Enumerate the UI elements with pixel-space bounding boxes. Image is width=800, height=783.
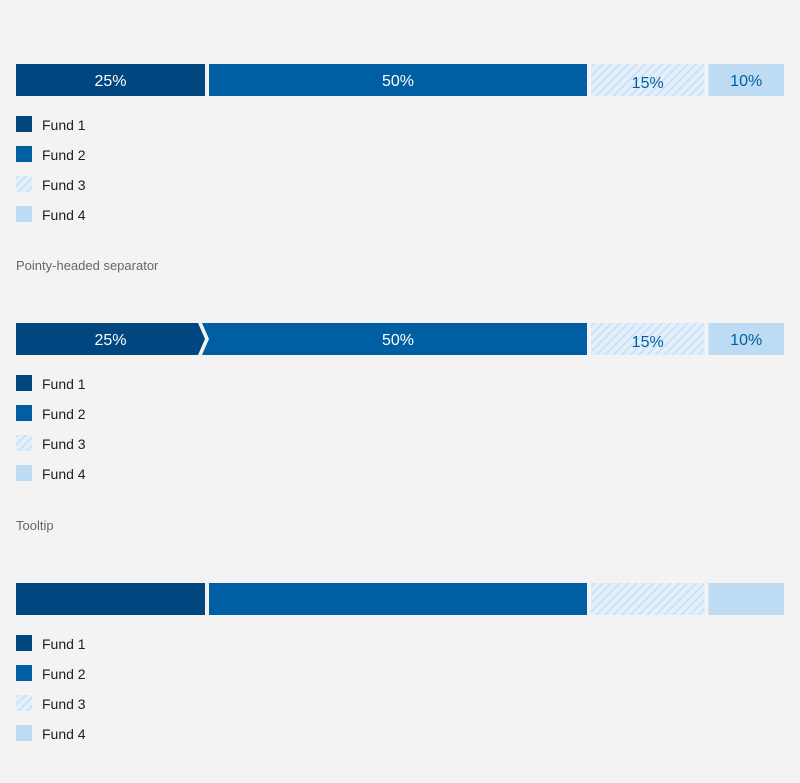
legend-item-fund-1: Fund 1 [16, 115, 86, 145]
swatch-fund-2 [16, 665, 32, 681]
legend-label: Fund 4 [42, 726, 86, 742]
data-label: 15% [632, 334, 664, 351]
data-label: 25% [94, 73, 126, 90]
legend-label: Fund 3 [42, 177, 86, 193]
section-label-tooltip: Tooltip [16, 518, 54, 533]
legend-item-fund-4: Fund 4 [16, 724, 86, 754]
bar-segment-fund-1[interactable] [16, 583, 205, 615]
swatch-fund-2 [16, 146, 32, 162]
swatch-fund-4 [16, 206, 32, 222]
legend-label: Fund 1 [42, 636, 86, 652]
stacked-bar-chart-2: 25% 50% 15% 10% [16, 323, 784, 355]
bar-segment-fund-3[interactable] [591, 583, 705, 615]
data-label: 25% [94, 332, 126, 349]
legend-item-fund-3: Fund 3 [16, 694, 86, 724]
bar-segment-fund-2[interactable] [209, 583, 587, 615]
legend-2: Fund 1 Fund 2 Fund 3 Fund 4 [16, 374, 86, 494]
data-label: 15% [632, 75, 664, 92]
legend-item-fund-4: Fund 4 [16, 464, 86, 494]
stacked-bar-chart-3 [16, 583, 784, 615]
stacked-bar-svg-3[interactable] [16, 583, 784, 615]
swatch-fund-1 [16, 635, 32, 651]
bar-segment-fund-4[interactable] [708, 583, 784, 615]
stacked-bar-svg-2: 25% 50% 15% 10% [16, 323, 784, 355]
legend-label: Fund 2 [42, 406, 86, 422]
stacked-bar-chart-1: 25% 50% 15% 10% [16, 64, 784, 96]
swatch-fund-4 [16, 725, 32, 741]
legend-label: Fund 3 [42, 436, 86, 452]
legend-item-fund-2: Fund 2 [16, 145, 86, 175]
legend-label: Fund 2 [42, 147, 86, 163]
data-label: 50% [382, 73, 414, 90]
legend-label: Fund 3 [42, 696, 86, 712]
legend-label: Fund 1 [42, 117, 86, 133]
legend-item-fund-2: Fund 2 [16, 664, 86, 694]
legend-label: Fund 2 [42, 666, 86, 682]
legend-label: Fund 4 [42, 207, 86, 223]
stacked-bar-svg-1: 25% 50% 15% 10% [16, 64, 784, 96]
section-label-pointy: Pointy-headed separator [16, 258, 159, 273]
legend-item-fund-3: Fund 3 [16, 175, 86, 205]
swatch-fund-4 [16, 465, 32, 481]
legend-3: Fund 1 Fund 2 Fund 3 Fund 4 [16, 634, 86, 754]
legend-item-fund-4: Fund 4 [16, 205, 86, 235]
legend-item-fund-2: Fund 2 [16, 404, 86, 434]
legend-1: Fund 1 Fund 2 Fund 3 Fund 4 [16, 115, 86, 235]
data-label: 10% [730, 73, 762, 90]
data-label: 50% [382, 332, 414, 349]
legend-item-fund-1: Fund 1 [16, 374, 86, 404]
legend-label: Fund 4 [42, 466, 86, 482]
data-label: 10% [730, 332, 762, 349]
swatch-fund-2 [16, 405, 32, 421]
swatch-fund-1 [16, 116, 32, 132]
swatch-fund-3 [16, 695, 32, 711]
legend-label: Fund 1 [42, 376, 86, 392]
swatch-fund-3 [16, 176, 32, 192]
swatch-fund-3 [16, 435, 32, 451]
legend-item-fund-1: Fund 1 [16, 634, 86, 664]
legend-item-fund-3: Fund 3 [16, 434, 86, 464]
swatch-fund-1 [16, 375, 32, 391]
